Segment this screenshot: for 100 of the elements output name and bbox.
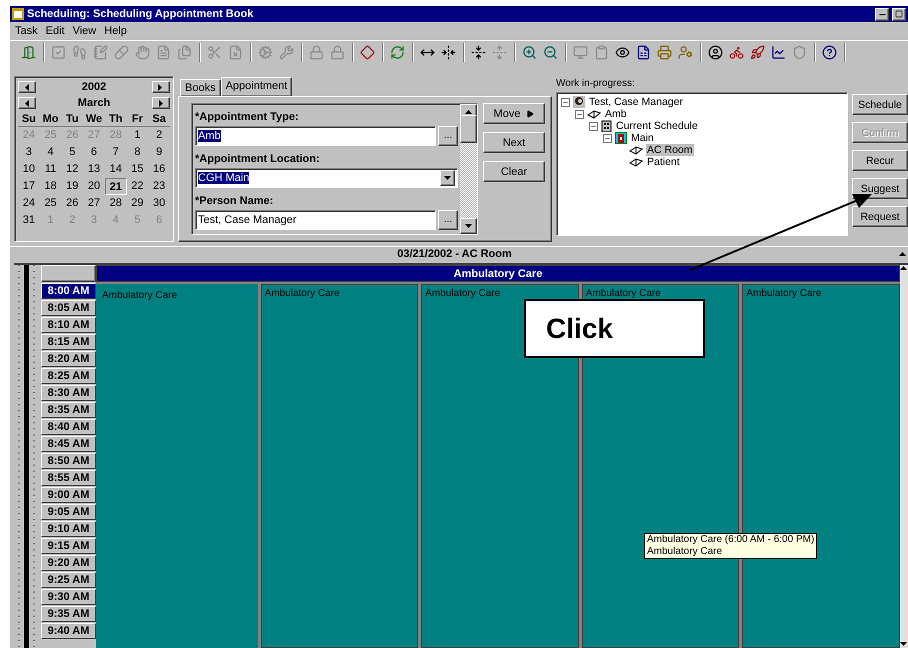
scrollbar[interactable]: [460, 104, 477, 234]
calendar-day[interactable]: 14: [104, 161, 127, 178]
calendar-day[interactable]: 19: [61, 178, 84, 195]
schedule-column[interactable]: Ambulatory Care: [96, 284, 258, 648]
time-slot[interactable]: 9:15 AM: [41, 538, 96, 554]
scrollbar[interactable]: [900, 265, 908, 648]
time-slot[interactable]: 9:35 AM: [41, 606, 96, 622]
calendar-day[interactable]: 12: [61, 161, 84, 178]
previous-month-button[interactable]: [18, 97, 36, 109]
calendar-day[interactable]: 1: [126, 127, 148, 144]
time-slot[interactable]: 9:05 AM: [41, 504, 96, 520]
form-button[interactable]: Next: [483, 132, 545, 153]
time-slot[interactable]: 9:00 AM: [41, 487, 96, 503]
menu-item[interactable]: Edit: [42, 25, 68, 37]
user-icon[interactable]: [706, 43, 725, 62]
lookup-button[interactable]: ...: [438, 126, 458, 146]
action-button[interactable]: Request: [852, 206, 908, 227]
time-slot[interactable]: 8:30 AM: [41, 385, 96, 401]
action-button[interactable]: Schedule: [852, 94, 908, 115]
dropdown-field[interactable]: CGH Main: [195, 168, 458, 188]
time-slot[interactable]: 9:25 AM: [41, 572, 96, 588]
calendar-day[interactable]: 22: [126, 178, 148, 195]
rocket-icon[interactable]: [748, 43, 767, 62]
input-field[interactable]: Test, Case Manager: [195, 210, 436, 230]
calendar-day[interactable]: 25: [40, 195, 62, 212]
tree-item[interactable]: Main: [630, 132, 655, 144]
time-slot[interactable]: 8:55 AM: [41, 470, 96, 486]
action-button[interactable]: Recur: [852, 150, 908, 171]
time-slot[interactable]: 9:30 AM: [41, 589, 96, 605]
collapse-toggle[interactable]: [589, 122, 598, 130]
time-slot[interactable]: 8:05 AM: [41, 300, 96, 316]
collapse-icon[interactable]: [469, 43, 488, 62]
time-slot[interactable]: 8:00 AM: [41, 283, 96, 299]
time-slot[interactable]: 8:10 AM: [41, 317, 96, 333]
calendar-day[interactable]: 20: [83, 178, 105, 195]
calendar-day[interactable]: 5: [61, 144, 84, 161]
tree-item[interactable]: Amb: [604, 108, 628, 120]
time-slot[interactable]: 8:35 AM: [41, 402, 96, 418]
calendar-day[interactable]: 24: [18, 195, 40, 212]
next-year-button[interactable]: [152, 81, 170, 93]
tree-item[interactable]: Patient: [646, 156, 681, 168]
restore-button[interactable]: [892, 8, 906, 20]
calendar-day[interactable]: 9: [148, 144, 170, 161]
minimize-button[interactable]: [875, 8, 889, 20]
action-button[interactable]: Suggest: [852, 178, 908, 199]
calendar-day[interactable]: 29: [126, 195, 148, 212]
calendar-day[interactable]: 10: [18, 161, 40, 178]
time-slot[interactable]: 8:25 AM: [41, 368, 96, 384]
calendar-day[interactable]: 8: [126, 144, 148, 161]
time-slot[interactable]: 9:10 AM: [41, 521, 96, 537]
time-slot[interactable]: 9:20 AM: [41, 555, 96, 571]
tree-item[interactable]: Current Schedule: [615, 120, 699, 132]
scroll-thumb[interactable]: [460, 115, 477, 143]
time-slot[interactable]: 8:45 AM: [41, 436, 96, 452]
tree-item[interactable]: AC Room: [646, 144, 694, 156]
collapse-toggle[interactable]: [575, 110, 584, 118]
calendar-day[interactable]: 6: [83, 144, 105, 161]
tab[interactable]: Books: [180, 79, 221, 96]
calendar-day[interactable]: 28: [104, 195, 127, 212]
time-slot[interactable]: 8:40 AM: [41, 419, 96, 435]
calendar-day[interactable]: 13: [83, 161, 105, 178]
menu-item[interactable]: View: [70, 25, 100, 37]
calendar-day[interactable]: 26: [61, 195, 84, 212]
time-slot[interactable]: 8:20 AM: [41, 351, 96, 367]
menu-item[interactable]: Help: [101, 25, 130, 37]
calendar-day[interactable]: 15: [126, 161, 148, 178]
diamond-icon[interactable]: [358, 43, 377, 62]
calendar-day[interactable]: 31: [18, 212, 40, 229]
next-month-button[interactable]: [152, 97, 170, 109]
door-icon[interactable]: [19, 43, 38, 62]
input-field[interactable]: Amb: [195, 126, 436, 146]
calendar-day[interactable]: 3: [18, 144, 40, 161]
collapse-toggle[interactable]: [603, 134, 612, 142]
calendar-day[interactable]: 21: [104, 178, 127, 195]
previous-year-button[interactable]: [18, 81, 36, 93]
calendar-day[interactable]: 11: [40, 161, 62, 178]
dropdown-arrow-button[interactable]: [440, 170, 455, 186]
tab[interactable]: Appointment: [220, 77, 292, 96]
time-slot[interactable]: 8:15 AM: [41, 334, 96, 350]
calendar-day[interactable]: 2: [148, 127, 170, 144]
help-icon[interactable]: [820, 43, 839, 62]
calendar-day[interactable]: 16: [148, 161, 170, 178]
tree-item[interactable]: Test, Case Manager: [588, 96, 684, 108]
calendar-day[interactable]: 4: [40, 144, 62, 161]
time-slot[interactable]: 8:50 AM: [41, 453, 96, 469]
calendar-day[interactable]: 17: [18, 178, 40, 195]
lookup-button[interactable]: ...: [438, 210, 458, 230]
schedule-column[interactable]: Ambulatory Care: [260, 284, 418, 648]
collapse-icon[interactable]: [439, 43, 458, 62]
collapse-toggle[interactable]: [561, 98, 570, 106]
calendar-day[interactable]: 27: [83, 195, 105, 212]
form-button[interactable]: Move: [483, 103, 545, 124]
weekday-label: We: [83, 111, 105, 127]
form-button[interactable]: Clear: [483, 161, 545, 182]
calendar-day[interactable]: 18: [40, 178, 62, 195]
calendar-day[interactable]: 7: [104, 144, 127, 161]
calendar-day[interactable]: 23: [148, 178, 170, 195]
time-slot[interactable]: 9:40 AM: [41, 623, 96, 639]
menu-item[interactable]: Task: [12, 25, 41, 37]
calendar-day[interactable]: 30: [148, 195, 170, 212]
